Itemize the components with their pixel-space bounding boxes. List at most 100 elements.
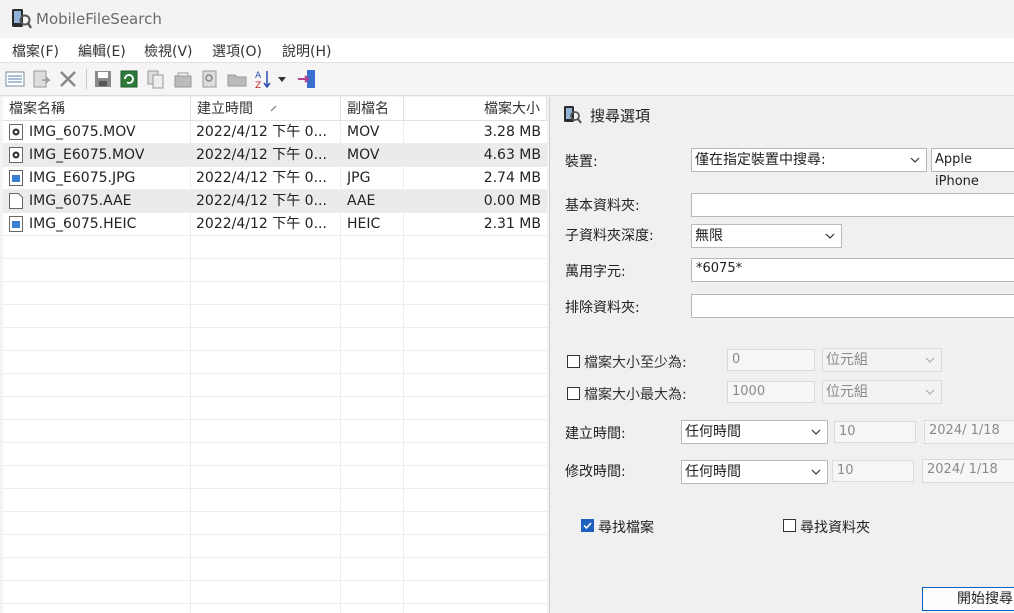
delete-icon[interactable] (57, 68, 79, 90)
wildcard-input[interactable]: *6075* (691, 258, 1014, 282)
start-search-button[interactable]: 開始搜尋 (922, 587, 1014, 611)
column-header-created[interactable]: 建立時間 (191, 97, 341, 121)
sort-indicator-icon (271, 105, 277, 112)
export-icon[interactable] (30, 68, 52, 90)
file-created: 2022/4/12 下午 0... (196, 124, 327, 140)
panel-title: 搜尋選項 (590, 107, 651, 125)
file-ext: HEIC (347, 216, 381, 232)
properties-icon[interactable] (172, 68, 194, 90)
file-list[interactable]: 檔案名稱 建立時間 副檔名 檔案大小 IMG_6075.MOV 2022/4/1… (3, 97, 547, 613)
find-files-checkbox[interactable] (581, 519, 594, 532)
max-size-unit-value: 位元組 (826, 384, 868, 400)
column-header-ext[interactable]: 副檔名 (341, 97, 404, 121)
file-ext: MOV (347, 124, 380, 140)
toolbar: AZ (0, 63, 1014, 96)
subfolder-depth-label: 子資料夾深度: (565, 228, 654, 244)
image-file-icon (9, 216, 23, 232)
file-size: 0.00 MB (483, 193, 541, 209)
image-file-icon (9, 170, 23, 186)
exit-icon[interactable] (296, 68, 318, 90)
file-created: 2022/4/12 下午 0... (196, 147, 327, 163)
app-icon (12, 9, 32, 29)
file-name: IMG_6075.AAE (29, 193, 132, 209)
min-size-unit-select[interactable]: 位元組 (822, 348, 942, 372)
table-row[interactable]: IMG_6075.HEIC 2022/4/12 下午 0... HEIC 2.3… (3, 213, 547, 236)
chevron-down-icon (825, 233, 835, 239)
min-size-label: 檔案大小至少為: (584, 355, 687, 371)
file-created: 2022/4/12 下午 0... (196, 170, 327, 186)
exclude-folders-input[interactable] (691, 294, 1014, 318)
file-size: 2.31 MB (483, 216, 541, 232)
modified-date-picker[interactable]: 2024/ 1/18 (922, 459, 1014, 483)
max-size-unit-select[interactable]: 位元組 (822, 380, 942, 404)
find-folders-label: 尋找資料夾 (800, 520, 870, 536)
svg-text:Z: Z (255, 81, 261, 90)
file-size: 3.28 MB (483, 124, 541, 140)
max-size-checkbox[interactable] (567, 387, 580, 400)
menu-edit[interactable]: 編輯(E) (78, 41, 126, 61)
save-icon[interactable] (92, 68, 114, 90)
sort-icon[interactable]: AZ (253, 68, 289, 90)
modified-time-select[interactable]: 任何時間 (681, 460, 828, 484)
modified-days-input[interactable]: 10 (832, 460, 914, 482)
find-folders-checkbox[interactable] (783, 519, 796, 532)
max-size-input[interactable]: 1000 (727, 381, 815, 403)
created-time-select[interactable]: 任何時間 (681, 420, 828, 444)
created-days-input[interactable]: 10 (834, 421, 916, 443)
created-time-value: 任何時間 (685, 424, 741, 440)
open-folder-icon[interactable] (226, 68, 248, 90)
max-size-label: 檔案大小最大為: (584, 387, 687, 403)
report-icon[interactable] (4, 68, 26, 90)
menu-view[interactable]: 檢視(V) (144, 41, 193, 61)
row-divider (3, 281, 547, 282)
row-divider (3, 304, 547, 305)
device-mode-select[interactable]: 僅在指定裝置中搜尋: (691, 148, 927, 172)
svg-text:A: A (255, 71, 262, 81)
row-divider (3, 396, 547, 397)
row-divider (3, 258, 547, 259)
created-time-label: 建立時間: (565, 426, 626, 442)
modified-time-label: 修改時間: (565, 464, 626, 480)
table-row[interactable]: IMG_E6075.MOV 2022/4/12 下午 0... MOV 4.63… (3, 144, 547, 167)
file-name: IMG_E6075.MOV (29, 147, 145, 163)
menu-file[interactable]: 檔案(F) (12, 41, 59, 61)
table-row[interactable]: IMG_6075.MOV 2022/4/12 下午 0... MOV 3.28 … (3, 121, 547, 144)
menu-bar: 檔案(F) 編輯(E) 檢視(V) 選項(O) 說明(H) (0, 38, 1014, 63)
file-ext: AAE (347, 193, 376, 209)
file-created: 2022/4/12 下午 0... (196, 216, 327, 232)
row-divider (3, 350, 547, 351)
min-size-input[interactable]: 0 (727, 349, 815, 371)
toolbar-separator (86, 69, 87, 89)
device-label: 裝置: (565, 154, 598, 170)
column-header-size[interactable]: 檔案大小 (404, 97, 547, 121)
base-folder-input[interactable] (691, 193, 1014, 217)
subfolder-depth-select[interactable]: 無限 (691, 224, 842, 248)
min-size-checkbox[interactable] (567, 355, 580, 368)
find-icon[interactable] (199, 68, 221, 90)
video-file-icon (9, 124, 23, 140)
table-row[interactable]: IMG_E6075.JPG 2022/4/12 下午 0... JPG 2.74… (3, 167, 547, 190)
blank-file-icon (9, 193, 23, 209)
device-mode-value: 僅在指定裝置中搜尋: (695, 152, 826, 168)
copy-icon[interactable] (145, 68, 167, 90)
title-bar: MobileFileSearch (0, 0, 1014, 38)
created-date-picker[interactable]: 2024/ 1/18 (924, 420, 1014, 444)
search-options-icon (564, 106, 582, 124)
menu-help[interactable]: 說明(H) (282, 41, 331, 61)
table-row[interactable]: IMG_6075.AAE 2022/4/12 下午 0... AAE 0.00 … (3, 190, 547, 213)
column-header-name[interactable]: 檔案名稱 (3, 97, 191, 121)
device-name-select[interactable]: Apple iPhone (931, 148, 1014, 189)
chevron-down-icon (925, 357, 935, 363)
file-name: IMG_E6075.JPG (29, 170, 136, 186)
checkmark-icon (583, 522, 592, 530)
row-divider (3, 327, 547, 328)
row-divider (3, 488, 547, 489)
menu-options[interactable]: 選項(O) (212, 41, 262, 61)
file-ext: MOV (347, 147, 380, 163)
row-divider (3, 603, 547, 604)
search-options-panel: 搜尋選項 裝置: 僅在指定裝置中搜尋: Apple iPhone 基本資料夾: … (549, 97, 1014, 613)
chevron-down-icon (811, 469, 821, 475)
refresh-icon[interactable] (118, 68, 140, 90)
chevron-down-icon (811, 429, 821, 435)
row-divider (3, 373, 547, 374)
